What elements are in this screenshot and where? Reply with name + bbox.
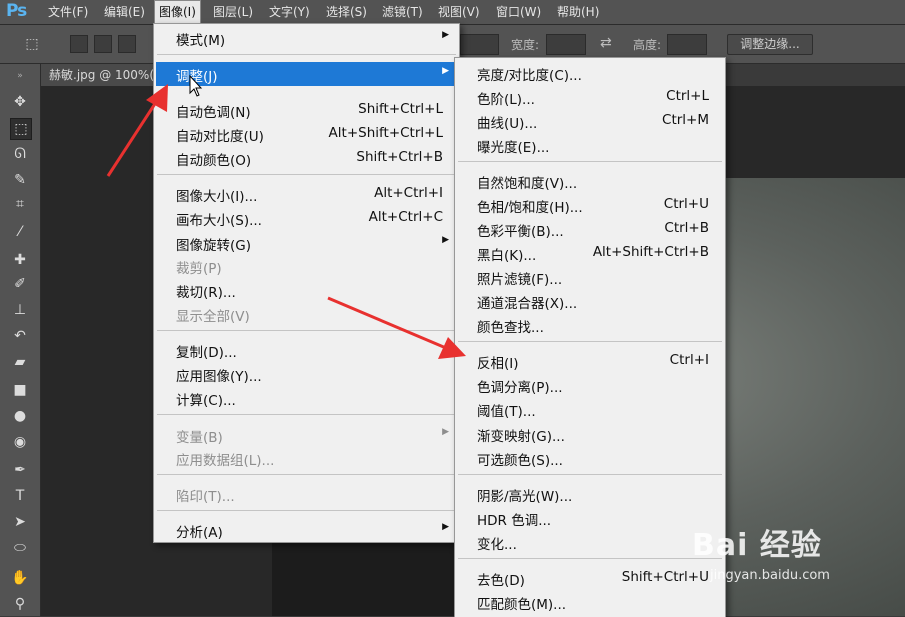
toolbox: » ✥ ⬚ ᘏ ✎ ⌗ ⁄ ✚ ✐ ⊥ ↶ ▰ ■ ● ◉ ✒ T ➤ ⬭ ✋ …: [0, 64, 41, 616]
menu-edit[interactable]: 编辑(E): [100, 0, 149, 24]
height-label: 高度:: [633, 38, 662, 52]
adjust-menu-item-invert[interactable]: 反相(I) Ctrl+I: [457, 349, 723, 373]
adjust-menu-item[interactable]: 自然饱和度(V)...: [457, 169, 723, 193]
adjust-menu-item[interactable]: 色相/饱和度(H)... Ctrl+U: [457, 193, 723, 217]
image-menu-item[interactable]: 自动对比度(U) Alt+Shift+Ctrl+L: [156, 122, 457, 146]
pen-tool-icon[interactable]: ✒: [10, 460, 30, 480]
adjust-menu-item[interactable]: 匹配颜色(M)...: [457, 590, 723, 614]
eraser-tool-icon[interactable]: ▰: [10, 352, 30, 372]
add-selection-icon[interactable]: [94, 35, 112, 53]
crop-tool-icon[interactable]: ⌗: [10, 194, 30, 214]
watermark-logo: Bai 经验: [692, 528, 822, 563]
image-menu-item: 变量(B) ▶: [176, 427, 449, 446]
menu-separator: [157, 474, 456, 475]
style-dropdown[interactable]: [460, 34, 499, 55]
adjust-menu-item[interactable]: 黑白(K)... Alt+Shift+Ctrl+B: [457, 241, 723, 265]
lasso-tool-icon[interactable]: ᘏ: [10, 144, 30, 164]
menu-image[interactable]: 图像(I): [154, 0, 201, 24]
marquee-preset-icon[interactable]: ⬚: [22, 34, 42, 54]
menu-separator: [157, 330, 456, 331]
quick-select-icon[interactable]: ✎: [10, 170, 30, 190]
image-menu-item-adjust[interactable]: 调整(J) ▶: [156, 62, 457, 86]
image-menu-item[interactable]: 自动色调(N) Shift+Ctrl+L: [156, 98, 457, 122]
image-menu-item[interactable]: 裁切(R)...: [156, 278, 457, 302]
menu-select[interactable]: 选择(S): [322, 0, 371, 24]
width-label: 宽度:: [511, 38, 540, 52]
watermark-url: jingyan.baidu.com: [710, 568, 830, 583]
image-menu-item: 显示全部(V): [176, 309, 250, 325]
adjust-menu-item[interactable]: 曲线(U)... Ctrl+M: [457, 109, 723, 133]
adjust-menu-item[interactable]: 阈值(T)...: [457, 397, 723, 421]
move-tool-icon[interactable]: ✥: [10, 92, 30, 112]
adjust-menu-item[interactable]: 曝光度(E)...: [457, 133, 723, 157]
new-selection-icon[interactable]: [70, 35, 88, 53]
menu-filter[interactable]: 滤镜(T): [378, 0, 427, 24]
type-tool-icon[interactable]: T: [10, 486, 30, 506]
adjustments-submenu: 亮度/对比度(C)... 色阶(L)... Ctrl+L 曲线(U)... Ctrl…: [454, 57, 726, 617]
gradient-tool-icon[interactable]: ■: [10, 380, 30, 400]
menu-separator: [157, 174, 456, 175]
adjust-menu-item[interactable]: 渐变映射(G)...: [457, 422, 723, 446]
marquee-tool-icon[interactable]: ⬚: [10, 118, 32, 140]
adjust-menu-item[interactable]: HDR 色调...: [457, 506, 723, 530]
image-menu-item: 裁剪(P): [176, 261, 222, 277]
menu-separator: [157, 414, 456, 415]
shape-tool-icon[interactable]: ⬭: [10, 538, 30, 558]
menu-view[interactable]: 视图(V): [434, 0, 484, 24]
healing-brush-icon[interactable]: ✚: [10, 250, 30, 270]
image-menu: 模式(M) ▶ 调整(J) ▶ 自动色调(N) Shift+Ctrl+L 自动对比度(…: [153, 23, 460, 543]
menu-separator: [458, 341, 722, 342]
menu-layer[interactable]: 图层(L): [209, 0, 257, 24]
menu-separator: [458, 474, 722, 475]
adjust-menu-item[interactable]: 亮度/对比度(C)...: [457, 61, 723, 85]
refine-edge-button[interactable]: 调整边缘...: [727, 34, 813, 55]
image-menu-item: 应用数据组(L)...: [176, 453, 275, 469]
image-menu-item: 陷印(T)...: [176, 489, 235, 505]
adjust-menu-item[interactable]: 色彩平衡(B)... Ctrl+B: [457, 217, 723, 241]
image-menu-item[interactable]: 画布大小(S)... Alt+Ctrl+C: [156, 206, 457, 230]
stamp-tool-icon[interactable]: ⊥: [10, 300, 30, 320]
menu-help[interactable]: 帮助(H): [553, 0, 603, 24]
adjust-menu-item[interactable]: 通道混合器(X)...: [457, 289, 723, 313]
height-input[interactable]: [667, 34, 707, 55]
adjust-menu-item[interactable]: 可选颜色(S)...: [457, 446, 723, 470]
swap-icon[interactable]: ⇄: [600, 35, 612, 51]
menu-type[interactable]: 文字(Y): [265, 0, 314, 24]
collapse-icon[interactable]: »: [10, 66, 30, 86]
adjust-menu-item[interactable]: 色调分离(P)...: [457, 373, 723, 397]
image-menu-item[interactable]: 图像大小(I)... Alt+Ctrl+I: [156, 182, 457, 206]
image-menu-item[interactable]: 图像旋转(G) ▶: [156, 231, 457, 255]
adjust-menu-item[interactable]: 色阶(L)... Ctrl+L: [457, 85, 723, 109]
eyedropper-icon[interactable]: ⁄: [10, 222, 30, 242]
menu-separator: [458, 161, 722, 162]
menu-separator: [157, 54, 456, 55]
image-menu-item[interactable]: 模式(M) ▶: [156, 26, 457, 50]
adjust-menu-item[interactable]: 阴影/高光(W)...: [457, 482, 723, 506]
subtract-selection-icon[interactable]: [118, 35, 136, 53]
history-brush-icon[interactable]: ↶: [10, 326, 30, 346]
menu-window[interactable]: 窗口(W): [492, 0, 545, 24]
menu-separator: [458, 558, 722, 559]
brush-tool-icon[interactable]: ✐: [10, 274, 30, 294]
adjust-menu-item[interactable]: 去色(D) Shift+Ctrl+U: [457, 566, 723, 590]
dodge-tool-icon[interactable]: ◉: [10, 432, 30, 452]
image-menu-item[interactable]: 自动颜色(O) Shift+Ctrl+B: [156, 146, 457, 170]
image-menu-item[interactable]: 应用图像(Y)...: [156, 362, 457, 386]
hand-tool-icon[interactable]: ✋: [10, 568, 30, 588]
menu-separator: [157, 510, 456, 511]
zoom-tool-icon[interactable]: ⚲: [10, 594, 30, 614]
path-select-icon[interactable]: ➤: [10, 512, 30, 532]
photoshop-logo: Ps: [6, 1, 27, 21]
width-input[interactable]: [546, 34, 586, 55]
adjust-menu-item[interactable]: 照片滤镜(F)...: [457, 265, 723, 289]
menu-file[interactable]: 文件(F): [44, 0, 92, 24]
adjust-menu-item[interactable]: 变化...: [457, 530, 723, 554]
adjust-menu-item[interactable]: 颜色查找...: [457, 313, 723, 337]
menubar: Ps 文件(F) 编辑(E) 图像(I) 图层(L) 文字(Y) 选择(S) 滤…: [0, 0, 905, 25]
image-menu-item[interactable]: 计算(C)...: [156, 386, 457, 410]
image-menu-item[interactable]: 复制(D)...: [156, 338, 457, 362]
image-menu-item[interactable]: 分析(A) ▶: [156, 518, 457, 542]
blur-tool-icon[interactable]: ●: [10, 406, 30, 426]
